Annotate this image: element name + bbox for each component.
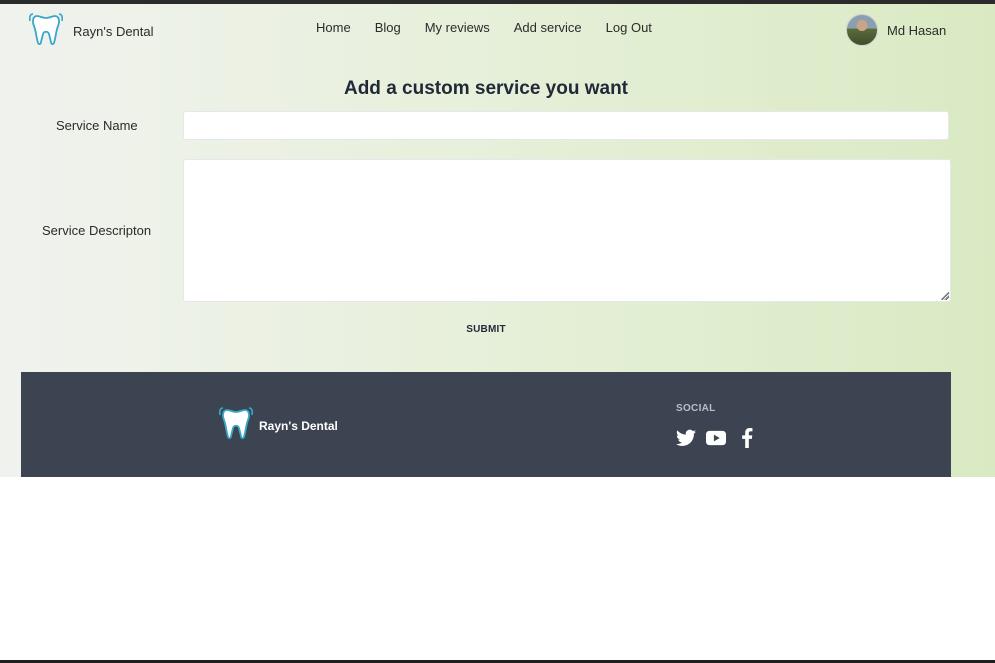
twitter-icon[interactable] — [676, 429, 696, 447]
footer-brand-logo[interactable]: Rayn's Dental — [217, 406, 338, 445]
tooth-icon — [217, 406, 255, 445]
brand-logo[interactable]: Rayn's Dental — [27, 12, 154, 51]
user-name: Md Hasan — [887, 22, 947, 38]
tooth-icon — [27, 12, 65, 51]
submit-button[interactable]: SUBMIT — [460, 320, 512, 338]
social-title: SOCIAL — [676, 403, 716, 414]
main-nav: Home Blog My reviews Add service Log Out — [316, 20, 652, 35]
textarea-resize-handle[interactable] — [941, 292, 949, 300]
nav-log-out[interactable]: Log Out — [606, 20, 652, 35]
social-links — [676, 428, 753, 448]
user-profile[interactable]: Md Hasan — [846, 14, 946, 46]
footer: Rayn's Dental SOCIAL — [21, 372, 951, 477]
brand-name: Rayn's Dental — [73, 24, 154, 39]
service-description-label: Service Descripton — [42, 223, 152, 238]
service-name-input[interactable] — [183, 111, 949, 140]
nav-home[interactable]: Home — [316, 20, 351, 35]
avatar[interactable] — [846, 14, 878, 46]
youtube-icon[interactable] — [706, 430, 726, 446]
service-name-label: Service Name — [56, 118, 138, 133]
nav-blog[interactable]: Blog — [375, 20, 401, 35]
footer-brand-name: Rayn's Dental — [259, 418, 338, 433]
service-description-textarea[interactable] — [183, 159, 951, 302]
nav-my-reviews[interactable]: My reviews — [425, 20, 490, 35]
nav-add-service[interactable]: Add service — [514, 20, 582, 35]
facebook-icon[interactable] — [741, 428, 753, 448]
page-title: Add a custom service you want — [343, 78, 629, 99]
